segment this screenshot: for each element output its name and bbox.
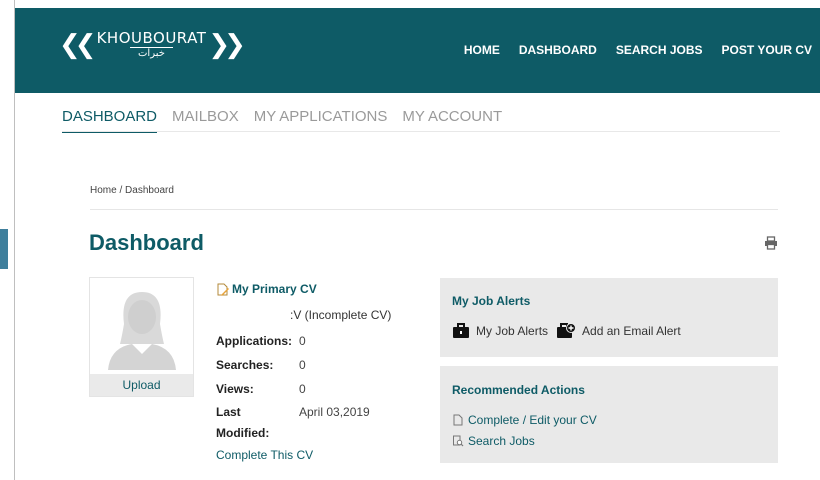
tab-my-account[interactable]: MY ACCOUNT: [402, 108, 502, 133]
add-email-alert-label: Add an Email Alert: [582, 324, 681, 338]
search-jobs-label: Search Jobs: [468, 434, 535, 448]
searches-value: 0: [299, 358, 306, 372]
applications-label: Applications:: [216, 334, 293, 348]
applications-value: 0: [299, 334, 306, 348]
briefcase-icon: [453, 323, 469, 338]
tab-my-applications[interactable]: MY APPLICATIONS: [254, 108, 388, 133]
site-header: ❮❮ KHOUBOURAT خبرات ❯❯ HOME DASHBOARD SE…: [15, 8, 820, 93]
complete-edit-cv-label: Complete / Edit your CV: [468, 413, 597, 427]
nav-home[interactable]: HOME: [464, 43, 500, 57]
job-alerts-title: My Job Alerts: [452, 294, 531, 308]
job-alerts-panel: My Job Alerts My Job Alerts Add an Email…: [440, 278, 778, 357]
profile-photo: Upload: [89, 277, 194, 397]
logo-name: KHOUBOURAT: [96, 29, 207, 47]
search-jobs-link[interactable]: Search Jobs: [452, 434, 535, 448]
print-icon[interactable]: [764, 236, 778, 250]
last-modified-value: April 03,2019: [299, 405, 370, 419]
primary-cv-title: My Primary CV: [232, 282, 317, 296]
logo-left-chevrons-icon: ❮❮: [59, 29, 96, 60]
breadcrumb-home[interactable]: Home: [90, 185, 117, 196]
primary-cv-link[interactable]: My Primary CV: [216, 282, 317, 296]
logo-right-chevrons-icon: ❯❯: [208, 29, 245, 60]
avatar-silhouette-icon: [108, 292, 176, 370]
recommended-actions-title: Recommended Actions: [452, 383, 585, 397]
searches-label: Searches:: [216, 358, 274, 372]
last-modified-label-line1: Last: [216, 405, 241, 419]
complete-edit-cv-link[interactable]: Complete / Edit your CV: [452, 413, 597, 427]
my-job-alerts-label: My Job Alerts: [476, 324, 549, 338]
add-alert-briefcase-icon: [557, 323, 577, 338]
dashboard-tabs: DASHBOARD MAILBOX MY APPLICATIONS MY ACC…: [62, 108, 502, 133]
top-navigation: HOME DASHBOARD SEARCH JOBS POST YOUR CV: [464, 43, 812, 57]
page-title: Dashboard: [89, 230, 204, 255]
add-email-alert-link[interactable]: Add an Email Alert: [556, 323, 681, 339]
job-alerts-actions: My Job Alerts Add an Email Alert: [452, 323, 689, 339]
recommended-actions-panel: Recommended Actions Complete / Edit your…: [440, 366, 778, 463]
nav-search-jobs[interactable]: SEARCH JOBS: [616, 43, 703, 57]
logo-arabic: خبرات: [130, 47, 173, 59]
page: ❮❮ KHOUBOURAT خبرات ❯❯ HOME DASHBOARD SE…: [0, 0, 820, 480]
side-tab-marker: [0, 229, 8, 269]
logo-text-block: KHOUBOURAT خبرات: [97, 30, 207, 59]
site-logo[interactable]: ❮❮ KHOUBOURAT خبرات ❯❯: [59, 29, 246, 60]
breadcrumb: Home / Dashboard: [90, 185, 174, 196]
document-icon: [453, 414, 463, 426]
search-document-icon: [453, 435, 464, 447]
views-label: Views:: [216, 382, 254, 396]
breadcrumb-current: Dashboard: [125, 185, 174, 196]
cv-document-icon: [217, 283, 229, 296]
tabs-divider: [62, 131, 780, 132]
upload-button[interactable]: Upload: [90, 374, 193, 396]
last-modified-label-line2: Modified:: [216, 426, 270, 440]
tab-mailbox[interactable]: MAILBOX: [172, 108, 239, 133]
nav-post-your-cv[interactable]: POST YOUR CV: [722, 43, 812, 57]
my-job-alerts-link[interactable]: My Job Alerts: [452, 323, 548, 339]
breadcrumb-separator: /: [116, 185, 126, 196]
cv-name: :V (Incomplete CV): [290, 308, 392, 322]
nav-dashboard[interactable]: DASHBOARD: [519, 43, 597, 57]
breadcrumb-divider: [90, 209, 778, 210]
views-value: 0: [299, 382, 306, 396]
tab-dashboard[interactable]: DASHBOARD: [62, 108, 158, 133]
complete-cv-link[interactable]: Complete This CV: [216, 448, 313, 462]
